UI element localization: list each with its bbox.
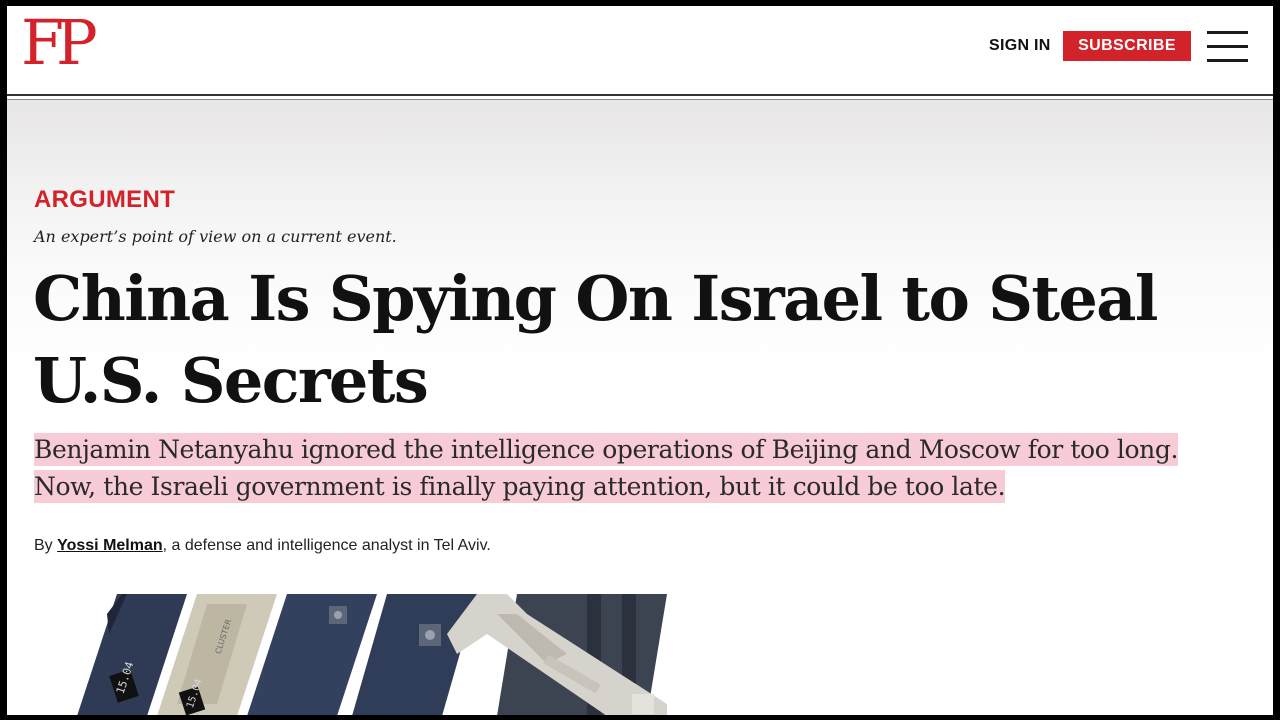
article-headline: China Is Spying On Israel to Steal U.S. …: [33, 262, 1158, 417]
dek-line-2: Now, the Israeli government is finally p…: [34, 470, 1006, 503]
article-lead-image: 15.04 CLUSTER 15.04: [47, 594, 667, 715]
browser-viewport: FP SIGN IN SUBSCRIBE ARGUMENT An expert’…: [7, 6, 1273, 715]
byline-suffix: , a defense and intelligence analyst in …: [162, 537, 491, 554]
author-link[interactable]: Yossi Melman: [57, 537, 163, 554]
article-kicker[interactable]: ARGUMENT: [34, 186, 175, 214]
site-header: FP SIGN IN SUBSCRIBE: [7, 6, 1273, 94]
subscribe-button[interactable]: SUBSCRIBE: [1063, 31, 1191, 61]
byline-prefix: By: [34, 537, 58, 554]
fp-logo[interactable]: FP: [21, 12, 98, 74]
sign-in-link[interactable]: SIGN IN: [989, 37, 1051, 55]
kicker-description: An expert’s point of view on a current e…: [34, 227, 397, 246]
article-dek: Benjamin Netanyahu ignored the intellige…: [34, 431, 1234, 505]
hamburger-menu-icon[interactable]: [1207, 31, 1248, 63]
header-divider: [7, 94, 1273, 96]
article-hero: ARGUMENT An expert’s point of view on a …: [7, 100, 1273, 715]
dek-line-1: Benjamin Netanyahu ignored the intellige…: [34, 433, 1178, 466]
byline: By Yossi Melman, a defense and intellige…: [34, 537, 491, 555]
